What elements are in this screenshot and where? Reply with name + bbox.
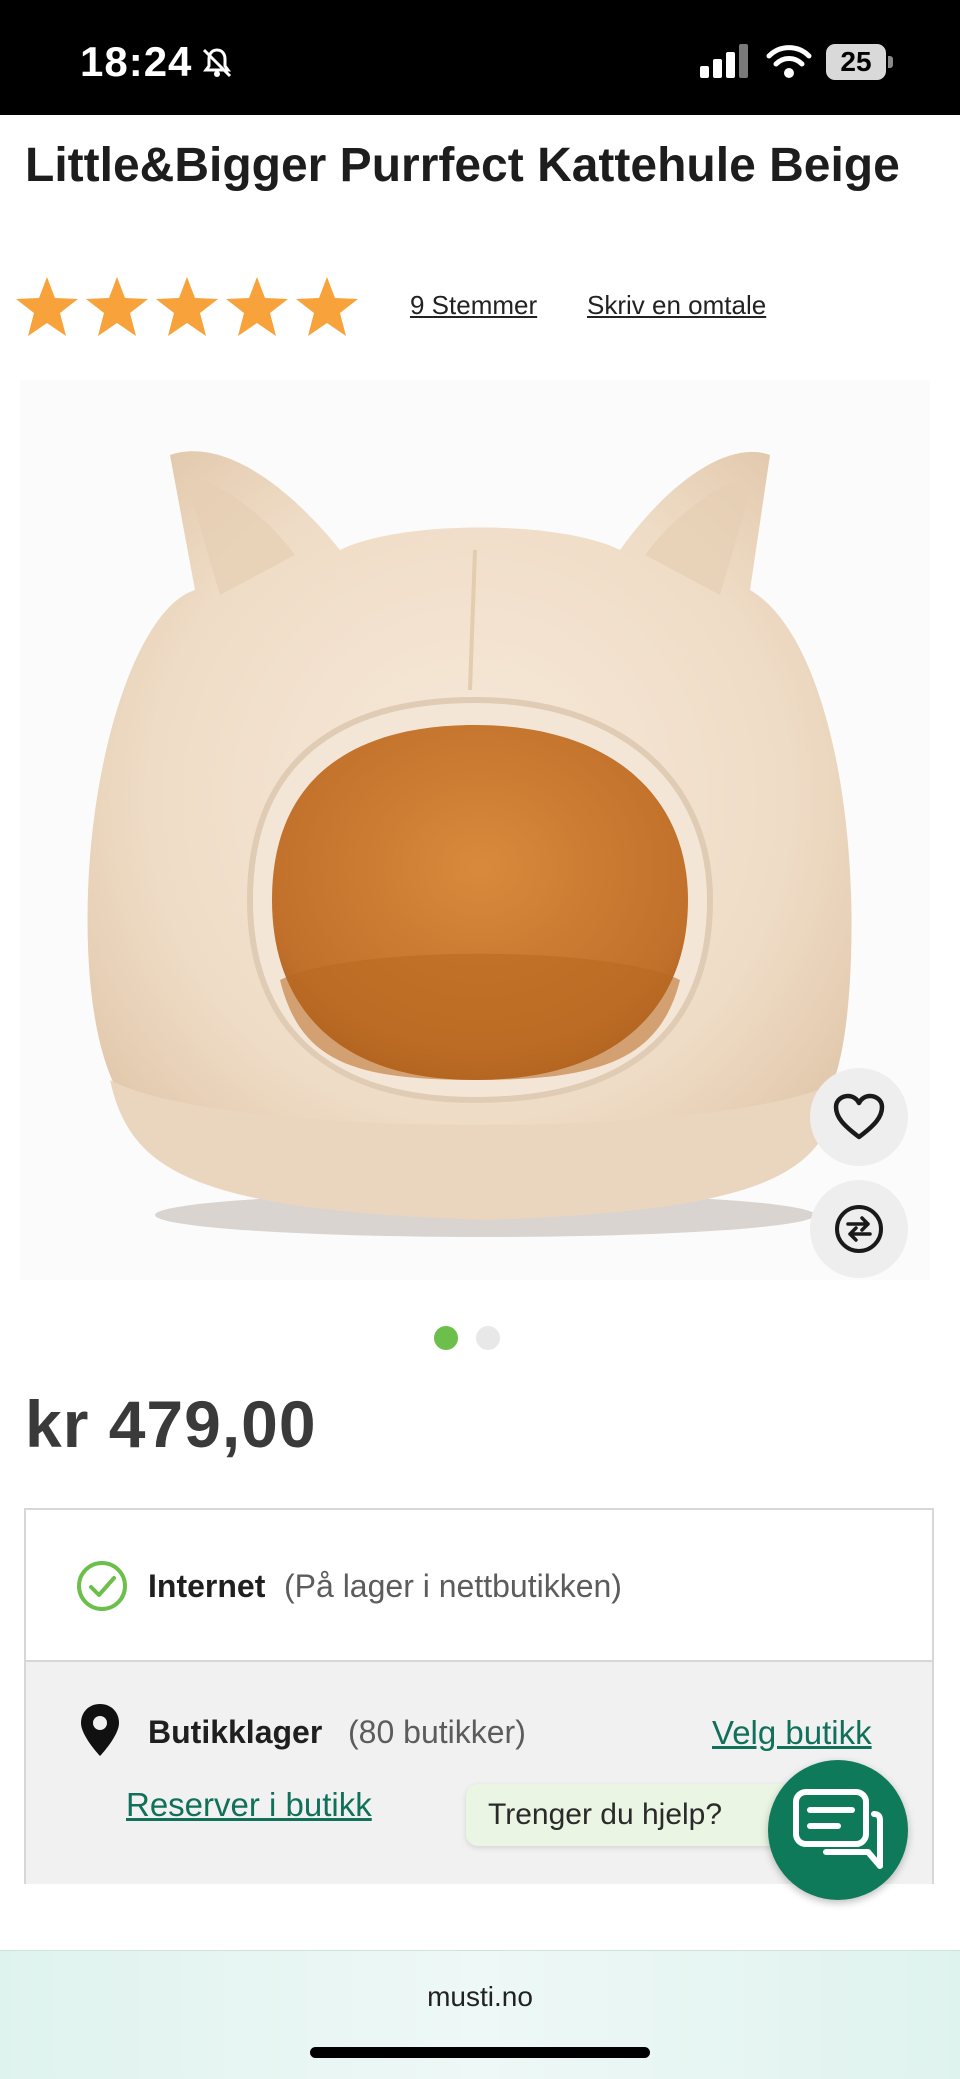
- heart-icon: [833, 1093, 885, 1140]
- location-pin-icon: [81, 1704, 119, 1756]
- gallery-pagination[interactable]: [434, 1326, 500, 1350]
- product-image: [87, 451, 852, 1237]
- star-icon: [156, 277, 218, 336]
- browser-address-bar[interactable]: musti.no: [0, 1950, 960, 2079]
- signal-icon: [700, 44, 748, 78]
- compare-button[interactable]: [810, 1180, 908, 1278]
- status-bar: 18:24 25: [0, 0, 960, 115]
- battery-level: 25: [826, 44, 886, 80]
- internet-stock-label: Internet: [148, 1568, 266, 1604]
- gallery-dot[interactable]: [434, 1326, 458, 1350]
- browser-url[interactable]: musti.no: [0, 1981, 960, 2013]
- compare-icon: [835, 1205, 883, 1253]
- help-prompt-text: Trenger du hjelp?: [488, 1798, 723, 1831]
- gallery-dot[interactable]: [476, 1326, 500, 1350]
- store-count-note: (80 butikker): [348, 1714, 526, 1750]
- reserve-in-store-link[interactable]: Reserver i butikk: [126, 1786, 372, 1824]
- product-title: Little&Bigger Purrfect Kattehule Beige: [25, 139, 900, 192]
- write-review-link[interactable]: Skriv en omtale: [587, 290, 766, 321]
- chat-icon: [793, 1789, 883, 1869]
- wifi-icon: [766, 45, 812, 78]
- home-indicator[interactable]: [310, 2047, 650, 2058]
- star-icon: [296, 277, 358, 336]
- choose-store-link[interactable]: Velg butikk: [712, 1714, 872, 1752]
- add-to-favorites-button[interactable]: [810, 1068, 908, 1166]
- internet-stock-row: Internet (På lager i nettbutikken): [26, 1510, 932, 1662]
- star-icon: [16, 277, 78, 336]
- store-stock-label: Butikklager: [148, 1714, 323, 1750]
- chat-button[interactable]: [768, 1760, 908, 1900]
- status-time: 18:24: [80, 38, 193, 85]
- check-circle-icon: [77, 1561, 127, 1611]
- product-price: kr 479,00: [25, 1387, 317, 1461]
- internet-stock-note: (På lager i nettbutikken): [284, 1568, 622, 1604]
- star-icon: [226, 277, 288, 336]
- product-image-gallery[interactable]: [20, 380, 930, 1280]
- help-prompt[interactable]: Trenger du hjelp?: [466, 1784, 806, 1846]
- bell-off-icon: [202, 48, 232, 78]
- votes-link[interactable]: 9 Stemmer: [410, 290, 537, 321]
- rating-stars[interactable]: [14, 274, 360, 340]
- battery-icon: 25: [826, 44, 896, 80]
- star-icon: [86, 277, 148, 336]
